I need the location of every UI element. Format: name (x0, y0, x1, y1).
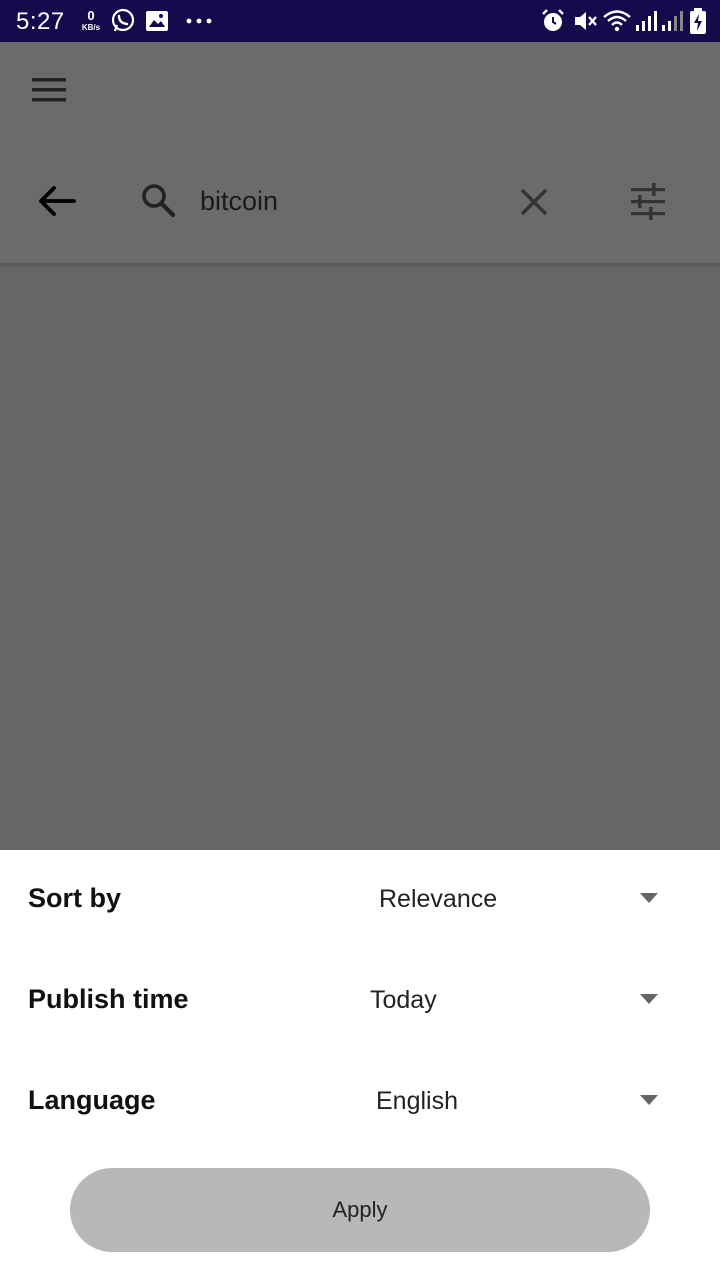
alarm-icon (540, 9, 566, 33)
wifi-icon (602, 9, 632, 33)
arrow-left-icon[interactable] (34, 178, 80, 224)
sort-by-label: Sort by (28, 883, 122, 913)
publish-time-label: Publish time (28, 984, 189, 1014)
publish-time-value: Today (370, 986, 437, 1014)
net-speed: 0 KB/s (78, 9, 104, 32)
language-dropdown[interactable]: English (360, 1071, 680, 1131)
battery-charging-icon (690, 8, 706, 34)
app-toolbar (0, 42, 720, 263)
whatsapp-icon (110, 8, 136, 33)
net-speed-value: 0 (87, 8, 95, 23)
more-dots-icon (186, 9, 212, 33)
dropdown-arrow-icon (640, 1095, 658, 1105)
dropdown-arrow-icon (640, 893, 658, 903)
filter-bottom-sheet: Sort by Relevance Publish time Today Lan… (0, 850, 720, 1280)
sort-by-dropdown[interactable]: Relevance (360, 869, 680, 929)
apply-button[interactable]: Apply (70, 1168, 650, 1252)
language-label: Language (28, 1085, 156, 1115)
tune-icon[interactable] (624, 180, 672, 224)
signal-icon-2 (660, 9, 684, 33)
language-row: Language English (0, 1071, 720, 1131)
language-value: English (376, 1087, 458, 1115)
gallery-icon (145, 9, 169, 33)
publish-time-dropdown[interactable]: Today (360, 970, 680, 1030)
dropdown-arrow-icon (640, 994, 658, 1004)
search-bar (0, 160, 720, 240)
search-icon (138, 180, 178, 220)
status-time: 5:27 (16, 8, 65, 35)
net-speed-unit: KB/s (81, 23, 101, 32)
search-input[interactable] (200, 178, 500, 224)
close-icon[interactable] (512, 180, 556, 224)
publish-time-row: Publish time Today (0, 970, 720, 1030)
mute-icon (572, 9, 598, 33)
app-scrim[interactable] (0, 42, 720, 850)
sort-by-value: Relevance (379, 885, 498, 913)
signal-icon (634, 9, 658, 33)
hamburger-icon[interactable] (26, 70, 72, 110)
status-bar: 5:27 0 KB/s (0, 0, 720, 42)
sort-by-row: Sort by Relevance (0, 869, 720, 929)
